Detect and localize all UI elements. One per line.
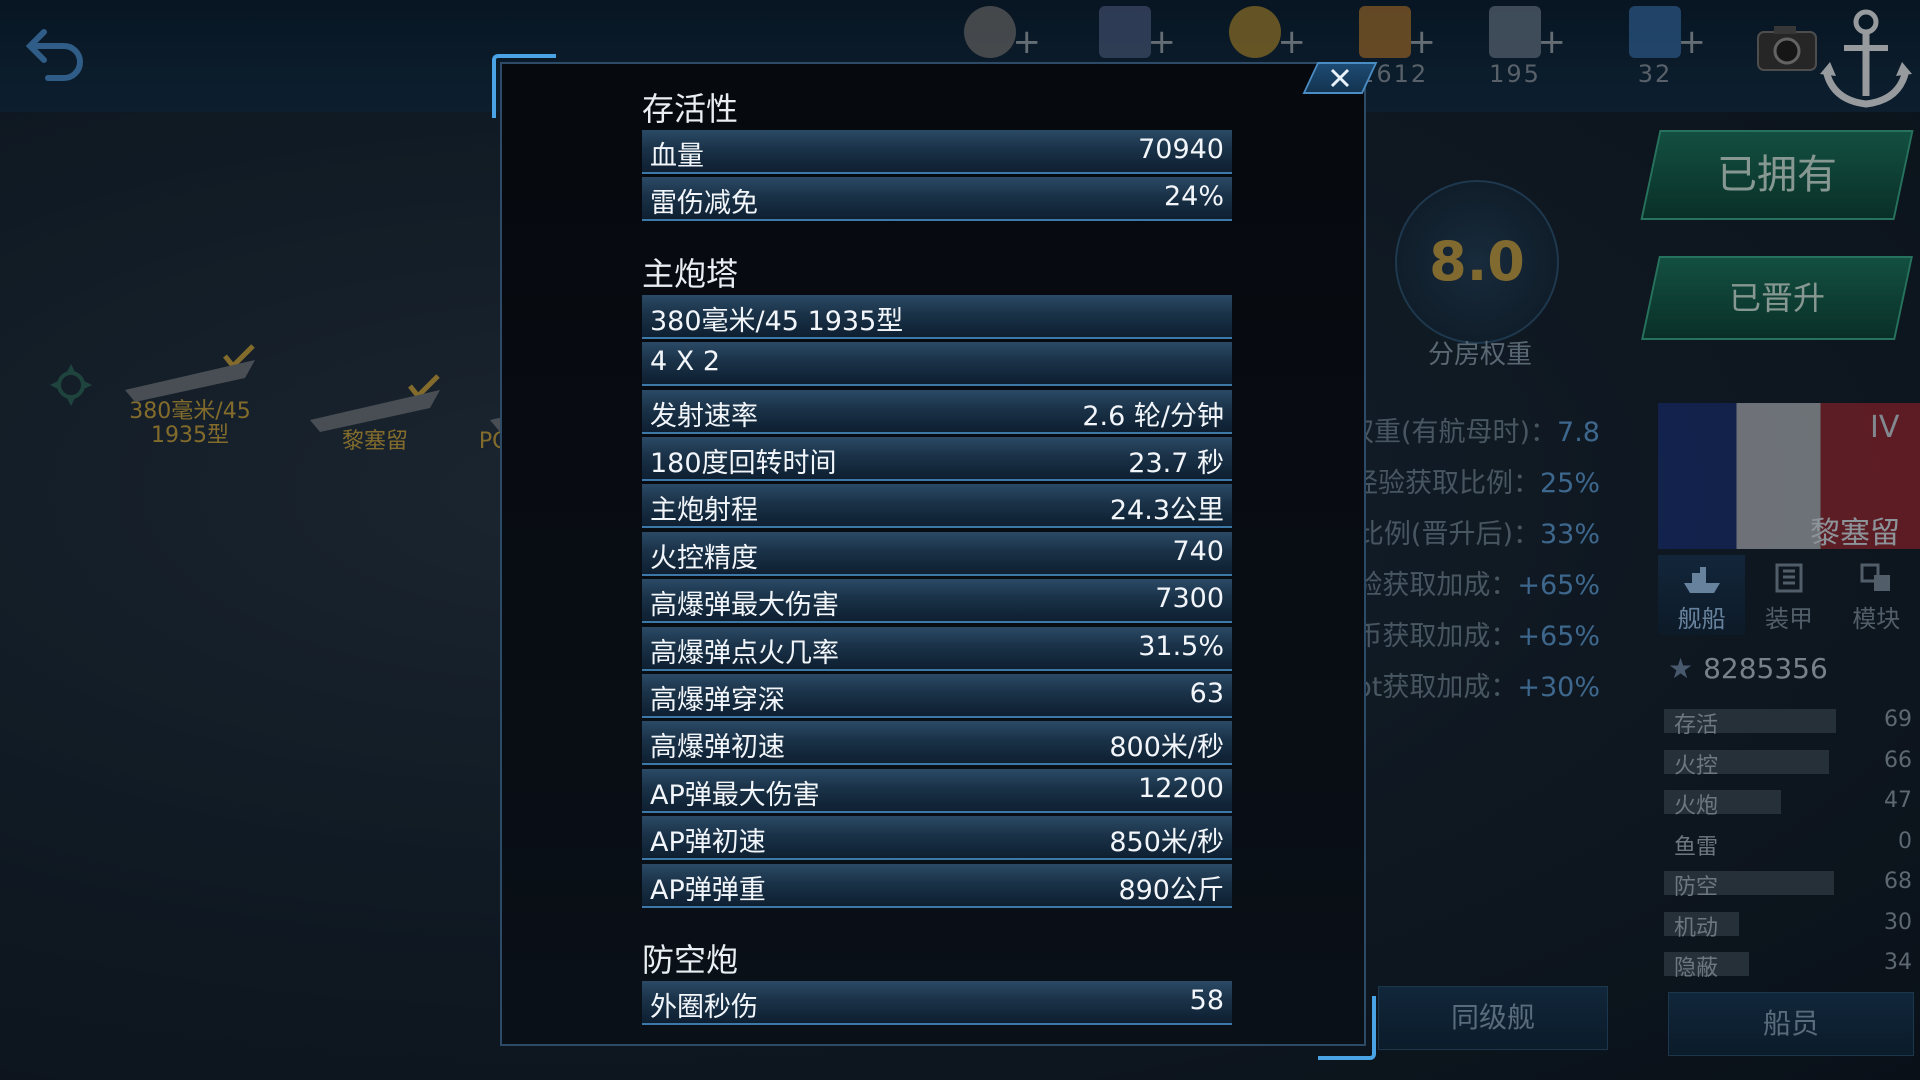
modal-corner-decoration [1318, 996, 1376, 1060]
stat-value: 740 [1172, 535, 1224, 567]
section-title: 主炮塔 [642, 254, 739, 293]
stat-row: 发射速率 2.6 轮/分钟 [642, 389, 1232, 434]
stat-row: 血量 70940 [642, 130, 1232, 174]
stat-name: 380毫米/45 1935型 [650, 305, 904, 337]
stat-row: 高爆弹最大伤害 7300 [642, 579, 1232, 624]
stat-name: AP弹弹重 [650, 874, 766, 906]
stat-value: 850米/秒 [1109, 827, 1224, 859]
stat-row: 外圈秒伤 58 [642, 981, 1232, 1025]
stat-row: AP弹最大伤害 12200 [642, 768, 1232, 813]
stat-value: 890公斤 [1118, 874, 1224, 906]
stat-row: 4 X 2 [642, 342, 1232, 387]
stat-name: 主炮射程 [650, 495, 758, 527]
stat-value: 2.6 轮/分钟 [1082, 400, 1224, 432]
stat-row: AP弹弹重 890公斤 [642, 863, 1232, 908]
stat-name: 高爆弹最大伤害 [650, 590, 839, 622]
close-icon [1330, 68, 1350, 88]
stat-row: 180度回转时间 23.7 秒 [642, 437, 1232, 481]
stat-name: 高爆弹点火几率 [650, 637, 839, 669]
stat-row: 火控精度 740 [642, 531, 1232, 576]
stat-name: 发射速率 [650, 400, 758, 432]
stat-name: AP弹最大伤害 [650, 779, 820, 811]
stat-row: 雷伤减免 24% [642, 177, 1232, 222]
stat-name: 4 X 2 [650, 346, 721, 378]
section-title: 存活性 [642, 90, 739, 128]
stat-name: AP弹初速 [650, 827, 766, 859]
stat-value: 800米/秒 [1109, 732, 1224, 764]
stats-modal: 存活性血量 70940 雷伤减免 24% 主炮塔 380毫米/45 1935型 4 X 2 发… [500, 62, 1366, 1046]
stat-name: 雷伤减免 [650, 188, 758, 220]
stat-value: 31.5% [1138, 630, 1224, 662]
modal-corner-decoration [492, 54, 556, 118]
stat-name: 高爆弹穿深 [650, 685, 785, 716]
stat-row: 380毫米/45 1935型 [642, 294, 1232, 339]
stat-row: 高爆弹初速 800米/秒 [642, 721, 1232, 766]
stat-value: 12200 [1138, 772, 1224, 804]
stat-name: 血量 [650, 141, 704, 172]
section-title: 防空炮 [642, 941, 739, 979]
stat-row: AP弹初速 850米/秒 [642, 816, 1232, 861]
stat-value: 70940 [1138, 134, 1224, 165]
stat-value: 24% [1163, 181, 1224, 213]
stat-row: 高爆弹穿深 63 [642, 674, 1232, 718]
stat-value: 24.3公里 [1109, 495, 1224, 527]
stat-name: 外圈秒伤 [650, 992, 758, 1023]
stat-value: 63 [1189, 678, 1224, 709]
stat-name: 火控精度 [650, 542, 758, 574]
stat-name: 180度回转时间 [650, 448, 837, 479]
stat-row: 主炮射程 24.3公里 [642, 484, 1232, 529]
stat-row: 高爆弹点火几率 31.5% [642, 626, 1232, 671]
stat-value: 23.7 秒 [1128, 448, 1224, 479]
stat-value: 7300 [1155, 583, 1224, 615]
stat-value: 58 [1189, 985, 1224, 1016]
stat-name: 高爆弹初速 [650, 732, 785, 764]
